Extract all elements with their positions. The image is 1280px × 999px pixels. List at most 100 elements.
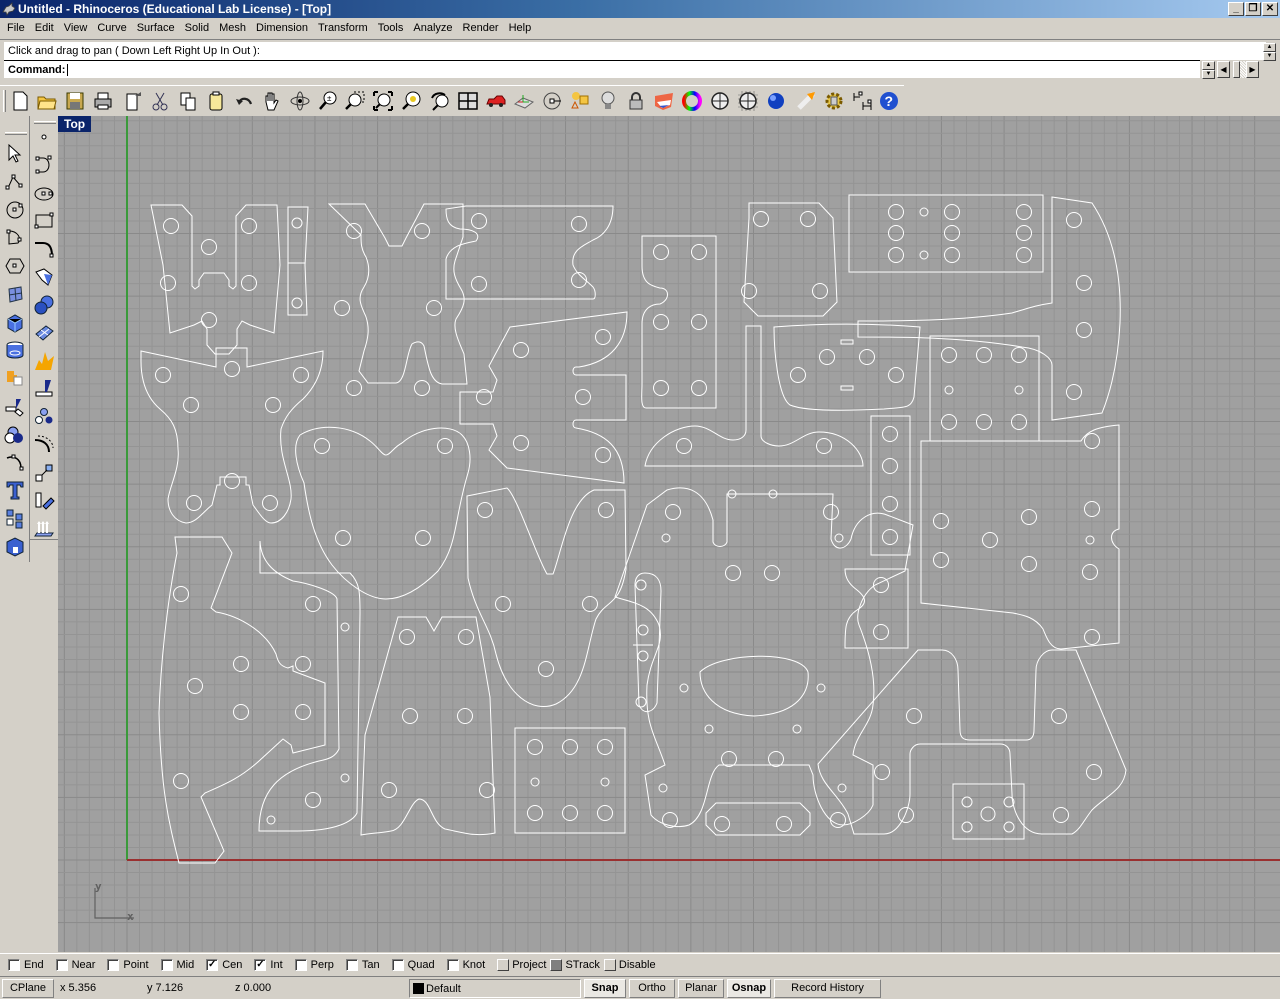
- menu-help[interactable]: Help: [504, 18, 537, 38]
- osnap-point[interactable]: Point: [107, 959, 149, 971]
- history-scroll-up[interactable]: ▲: [1263, 43, 1276, 52]
- rotate-button[interactable]: [31, 488, 57, 514]
- dimension-button[interactable]: [849, 89, 875, 113]
- part-outline[interactable]: [857, 196, 1121, 421]
- extrude-button[interactable]: [31, 516, 57, 542]
- part-outline[interactable]: [817, 649, 1127, 835]
- select-by-type-button[interactable]: [567, 89, 593, 113]
- osnap-checkbox[interactable]: [294, 959, 307, 971]
- osnap-knot[interactable]: Knot: [446, 959, 485, 971]
- part-outline[interactable]: [743, 202, 838, 317]
- osnap-int[interactable]: ✓ Int: [254, 959, 283, 971]
- curve-edit-button[interactable]: [2, 449, 28, 475]
- slot[interactable]: [840, 339, 854, 345]
- shaded-sphere-button[interactable]: [707, 89, 733, 113]
- part-outline[interactable]: [870, 415, 911, 556]
- grid-sphere-button[interactable]: [735, 89, 761, 113]
- command-scroll-thumb[interactable]: [1233, 61, 1240, 78]
- osnap-cen[interactable]: ✓ Cen: [206, 959, 242, 971]
- command-scroll-right[interactable]: ▶: [1246, 61, 1259, 78]
- menu-solid[interactable]: Solid: [180, 18, 214, 38]
- part-outline[interactable]: [158, 536, 326, 864]
- menu-surface[interactable]: Surface: [132, 18, 180, 38]
- point-snap-button[interactable]: [539, 89, 565, 113]
- part-outline[interactable]: [644, 325, 864, 467]
- array-button[interactable]: [2, 505, 28, 531]
- part-outline[interactable]: [258, 540, 361, 832]
- cplane-indicator[interactable]: CPlane: [2, 979, 54, 998]
- layer-button[interactable]: [651, 89, 677, 113]
- polyline-button[interactable]: [2, 169, 28, 195]
- new-button[interactable]: [7, 89, 33, 113]
- command-scroll-left[interactable]: ◀: [1217, 61, 1230, 78]
- move-button[interactable]: [31, 460, 57, 486]
- osnap-strack[interactable]: STrack: [550, 959, 600, 971]
- osnap-toggle[interactable]: Osnap: [727, 979, 771, 998]
- point-button[interactable]: [31, 124, 57, 150]
- split-button[interactable]: [2, 393, 28, 419]
- pan-button[interactable]: [258, 89, 284, 113]
- osnap-disable[interactable]: Disable: [603, 959, 656, 971]
- arc-button[interactable]: [2, 225, 28, 251]
- part-outline[interactable]: [466, 487, 627, 708]
- options-gear-button[interactable]: [821, 89, 847, 113]
- osnap-checkbox[interactable]: ✓: [254, 959, 267, 971]
- offset-curve-button[interactable]: [31, 432, 57, 458]
- select-arrow-button[interactable]: [2, 141, 28, 167]
- osnap-checkbox[interactable]: [160, 959, 173, 971]
- undo-view-button[interactable]: [427, 89, 453, 113]
- mesh-surface-button[interactable]: [31, 320, 57, 346]
- boolean-spheres-button[interactable]: [2, 421, 28, 447]
- help-button[interactable]: ?: [876, 89, 902, 113]
- part-outline[interactable]: [614, 487, 914, 828]
- osnap-checkbox[interactable]: [550, 959, 563, 971]
- blue-block-button[interactable]: [2, 533, 28, 559]
- part-outline[interactable]: [641, 235, 717, 409]
- osnap-project[interactable]: Project: [497, 959, 546, 971]
- menu-file[interactable]: File: [2, 18, 30, 38]
- osnap-mid[interactable]: Mid: [160, 959, 194, 971]
- restore-button[interactable]: ❐: [1245, 2, 1261, 16]
- part-outline[interactable]: [150, 204, 281, 355]
- menu-view[interactable]: View: [59, 18, 93, 38]
- text-button[interactable]: [2, 477, 28, 503]
- surface-button[interactable]: [31, 264, 57, 290]
- toolbar-grip[interactable]: [5, 132, 27, 135]
- layer-selector[interactable]: Default: [409, 979, 581, 998]
- boolean-puzzle-button[interactable]: [2, 365, 28, 391]
- osnap-tan[interactable]: Tan: [345, 959, 380, 971]
- car-button[interactable]: [483, 89, 509, 113]
- menu-render[interactable]: Render: [458, 18, 504, 38]
- zoom-selected-button[interactable]: [399, 89, 425, 113]
- record-history-toggle[interactable]: Record History: [774, 979, 881, 998]
- menu-curve[interactable]: Curve: [92, 18, 131, 38]
- menu-transform[interactable]: Transform: [313, 18, 373, 38]
- render-sphere-button[interactable]: [763, 89, 789, 113]
- menu-dimension[interactable]: Dimension: [251, 18, 313, 38]
- cut-button[interactable]: [147, 89, 173, 113]
- command-input[interactable]: [67, 64, 69, 77]
- save-button[interactable]: [62, 89, 88, 113]
- minimize-button[interactable]: _: [1228, 2, 1244, 16]
- rotate-view-button[interactable]: [287, 89, 313, 113]
- part-outline[interactable]: [705, 802, 811, 836]
- cut-parts-drawing[interactable]: [58, 116, 1280, 952]
- explode-button[interactable]: [31, 348, 57, 374]
- viewport-title-top[interactable]: Top: [58, 116, 92, 132]
- zoom-dynamic-button[interactable]: ±: [315, 89, 341, 113]
- close-button[interactable]: ✕: [1262, 2, 1278, 16]
- zoom-window-button[interactable]: [342, 89, 368, 113]
- osnap-quad[interactable]: Quad: [391, 959, 435, 971]
- ortho-toggle[interactable]: Ortho: [629, 979, 675, 998]
- part-outline[interactable]: [459, 311, 628, 484]
- part-outline[interactable]: [140, 347, 324, 524]
- osnap-perp[interactable]: Perp: [294, 959, 334, 971]
- cplane-button[interactable]: [511, 89, 537, 113]
- box-solid-button[interactable]: [2, 309, 28, 335]
- menu-analyze[interactable]: Analyze: [408, 18, 457, 38]
- history-scroll-down[interactable]: ▼: [1263, 52, 1276, 61]
- polygon-button[interactable]: [2, 253, 28, 279]
- osnap-checkbox[interactable]: [55, 959, 68, 971]
- copy-button[interactable]: [175, 89, 201, 113]
- top-viewport[interactable]: Top y x: [58, 116, 1280, 952]
